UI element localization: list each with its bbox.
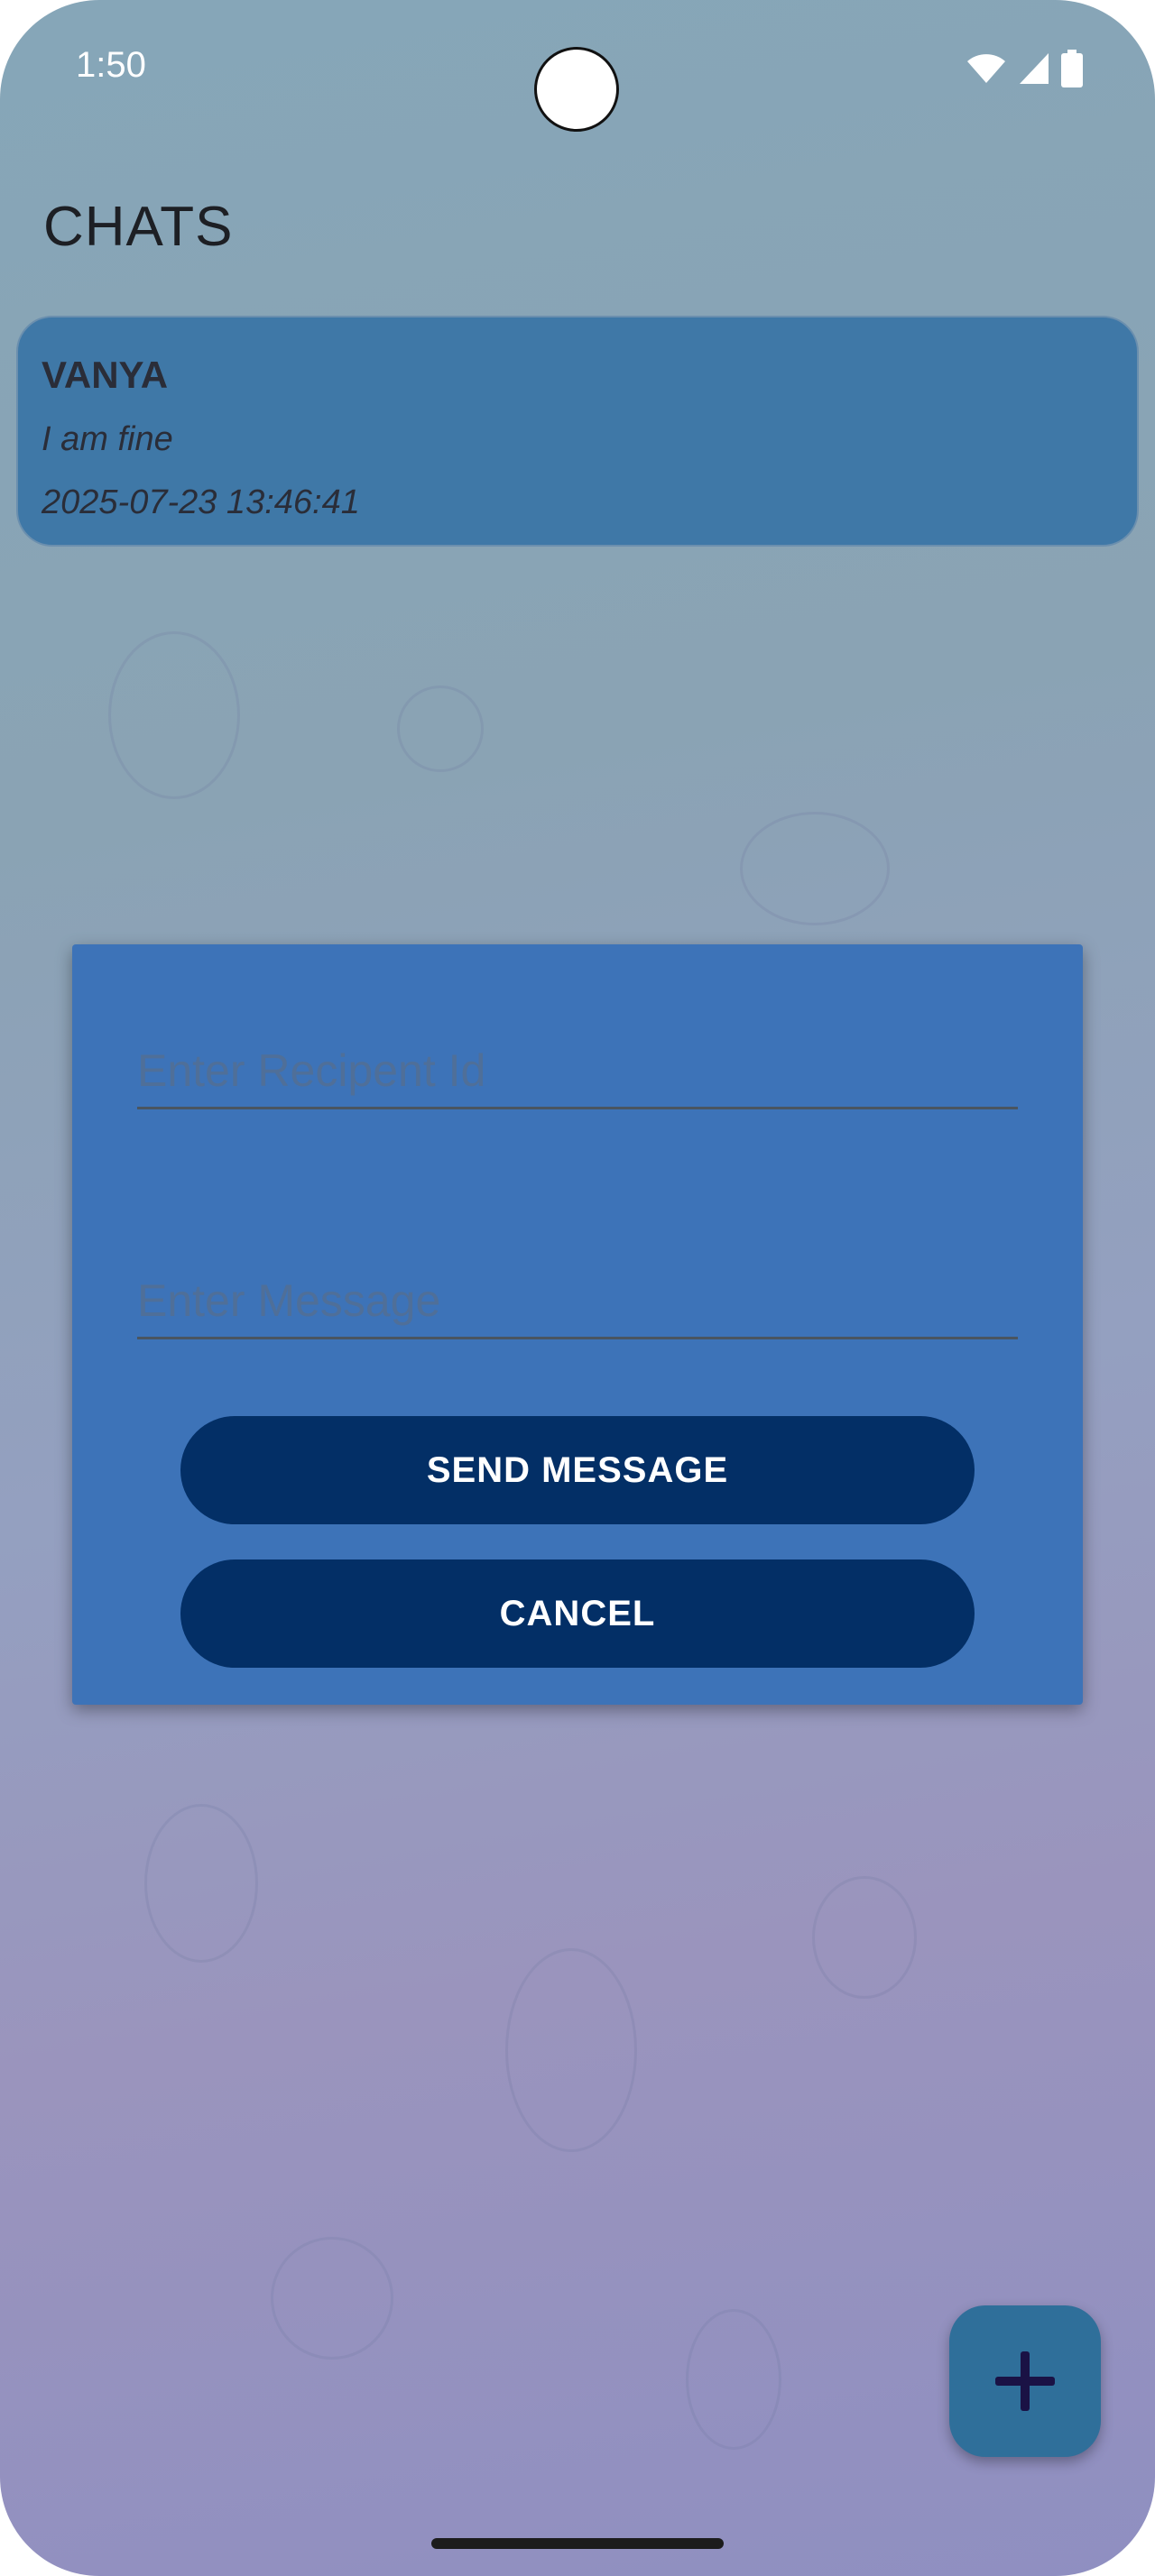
background-doodle bbox=[505, 1948, 637, 2152]
recipient-id-input[interactable] bbox=[137, 1035, 1018, 1109]
home-indicator[interactable] bbox=[431, 2538, 724, 2549]
send-message-button[interactable]: SEND MESSAGE bbox=[180, 1416, 975, 1524]
background-doodle bbox=[686, 2309, 781, 2450]
plus-icon bbox=[995, 2351, 1055, 2411]
background-doodle bbox=[740, 812, 890, 925]
background-doodle bbox=[812, 1876, 917, 1999]
chat-contact-name: VANYA bbox=[42, 354, 169, 396]
front-camera bbox=[534, 47, 619, 132]
background-doodle bbox=[397, 685, 484, 772]
status-icons bbox=[966, 49, 1083, 88]
background-doodle bbox=[144, 1804, 258, 1963]
cellular-signal-icon bbox=[1020, 53, 1049, 84]
chat-last-message: I am fine bbox=[42, 420, 173, 458]
message-input[interactable] bbox=[137, 1265, 1018, 1339]
cancel-button[interactable]: CANCEL bbox=[180, 1559, 975, 1668]
battery-icon bbox=[1061, 50, 1083, 87]
phone-screen: 1:50 CHATS VANYA I am fine 2025-07-23 13… bbox=[0, 0, 1155, 2576]
new-chat-fab[interactable] bbox=[949, 2305, 1101, 2457]
status-time: 1:50 bbox=[76, 45, 146, 85]
new-message-dialog: SEND MESSAGE CANCEL bbox=[72, 944, 1083, 1705]
background-doodle bbox=[108, 631, 240, 799]
wifi-icon bbox=[967, 54, 1005, 83]
page-title: CHATS bbox=[43, 196, 234, 258]
background-doodle bbox=[271, 2237, 393, 2360]
chat-timestamp: 2025-07-23 13:46:41 bbox=[42, 483, 360, 521]
status-bar: 1:50 bbox=[0, 0, 1155, 135]
chat-list-item[interactable]: VANYA I am fine 2025-07-23 13:46:41 bbox=[16, 316, 1139, 547]
